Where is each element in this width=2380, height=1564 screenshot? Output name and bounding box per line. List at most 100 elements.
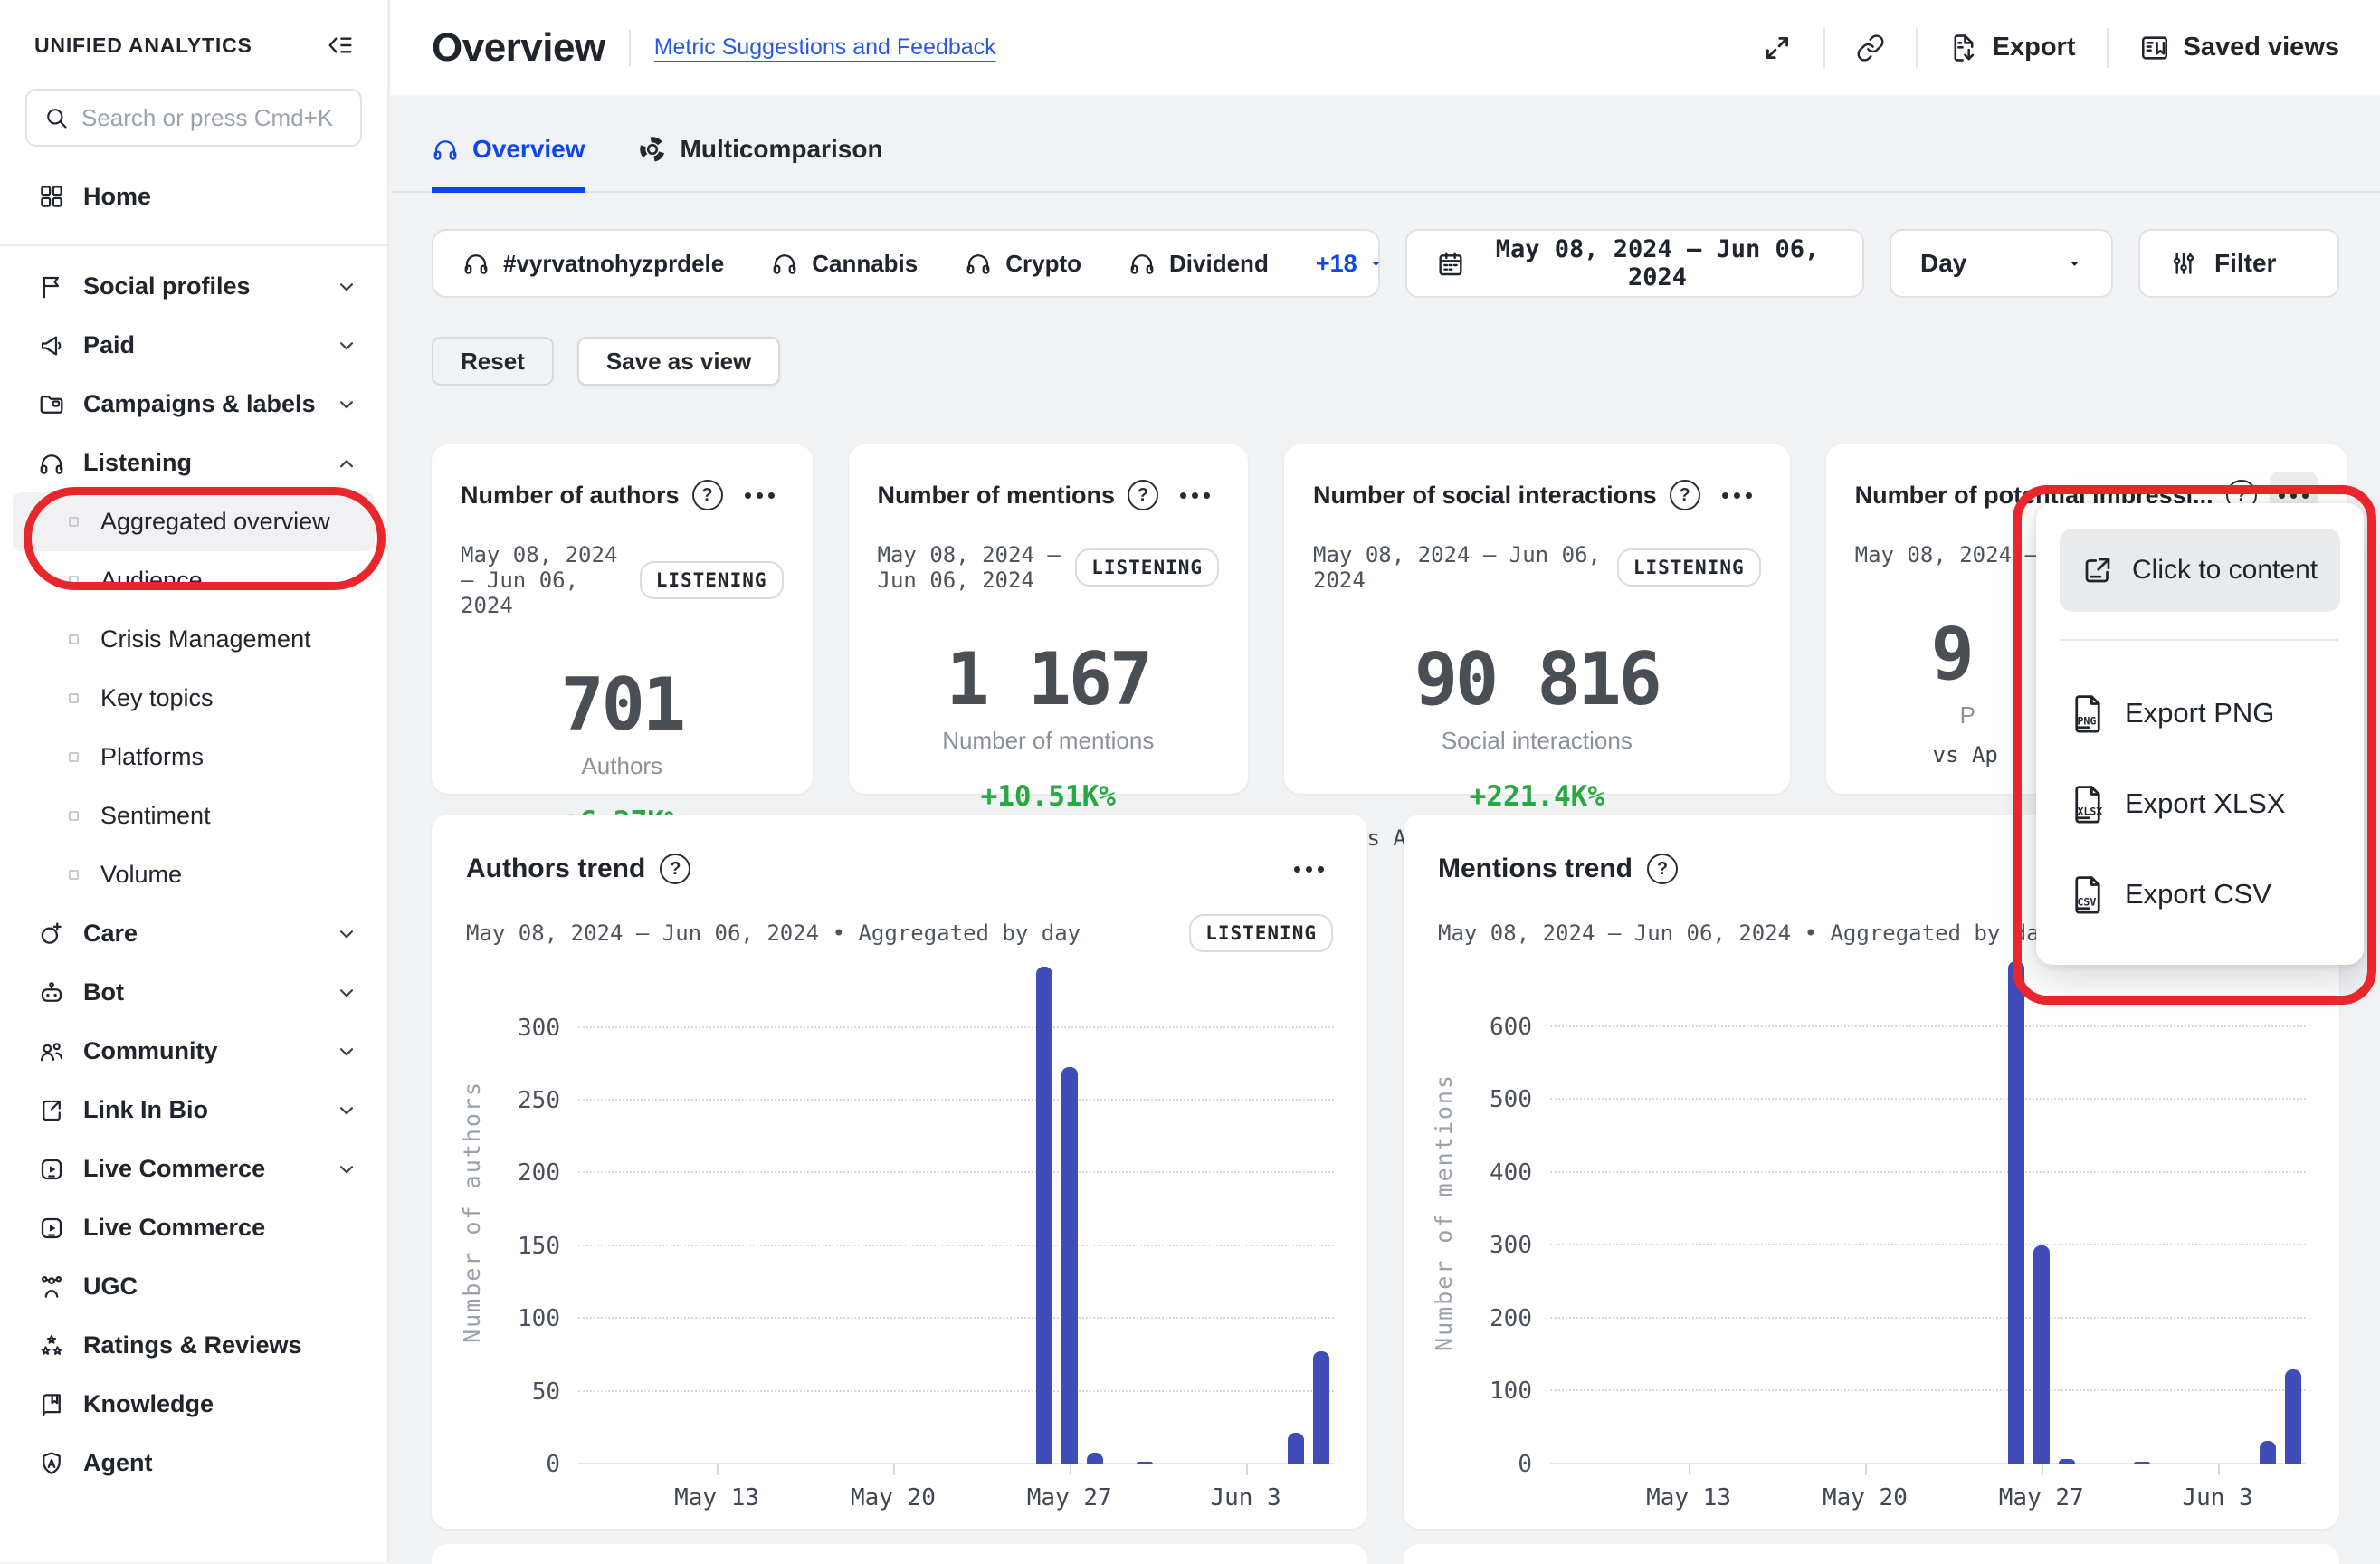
collapse-sidebar-icon[interactable] bbox=[326, 31, 355, 60]
chip-label: #vyrvatnohyzprdele bbox=[503, 250, 724, 278]
sidebar-item-label: Social profiles bbox=[83, 272, 251, 300]
sidebar-item-platforms[interactable]: Platforms bbox=[13, 728, 375, 787]
sidebar-item-home[interactable]: Home bbox=[0, 161, 387, 232]
sidebar-item-ugc[interactable]: UGC bbox=[0, 1257, 387, 1316]
sidebar-item-live-commerce[interactable]: Live Commerce bbox=[0, 1198, 387, 1257]
chart-title: Authors trend bbox=[466, 854, 645, 884]
svg-text:CSV: CSV bbox=[2077, 896, 2096, 909]
sidebar-item-campaigns-labels[interactable]: Campaigns & labels bbox=[0, 375, 387, 434]
sidebar-item-label: Live Commerce bbox=[83, 1155, 265, 1183]
granularity-select[interactable]: Day bbox=[1890, 229, 2113, 298]
help-icon[interactable]: ? bbox=[1670, 480, 1700, 510]
calendar-icon bbox=[1436, 249, 1465, 278]
sidebar-item-sentiment[interactable]: Sentiment bbox=[13, 787, 375, 845]
folder-icon bbox=[38, 391, 65, 418]
sidebar-item-label: Link In Bio bbox=[83, 1096, 208, 1124]
sidebar-item-link-in-bio[interactable]: Link In Bio bbox=[0, 1081, 387, 1140]
chevron-down-icon bbox=[335, 334, 358, 358]
sidebar-item-aggregated-overview[interactable]: Aggregated overview bbox=[13, 492, 375, 551]
x-axis-tick-label: May 27 bbox=[1978, 1484, 2105, 1512]
search-input[interactable] bbox=[81, 104, 344, 132]
sidebar-item-audience[interactable]: Audience bbox=[13, 551, 375, 610]
sidebar-item-label: Home bbox=[83, 183, 151, 211]
chevron-down-icon bbox=[335, 1040, 358, 1063]
chevron-up-icon bbox=[335, 452, 358, 475]
sidebar-item-label: Bot bbox=[83, 978, 124, 1006]
sidebar-divider bbox=[0, 244, 387, 246]
sidebar-item-knowledge[interactable]: Knowledge bbox=[0, 1375, 387, 1434]
svg-text:XLSX: XLSX bbox=[2077, 806, 2102, 818]
gridline bbox=[1550, 1463, 2306, 1464]
y-axis-tick-label: 100 bbox=[462, 1305, 560, 1332]
sidebar-item-social-profiles[interactable]: Social profiles bbox=[0, 257, 387, 316]
help-icon[interactable]: ? bbox=[692, 480, 723, 510]
fullscreen-icon[interactable] bbox=[1762, 33, 1793, 63]
query-chip-dividend[interactable]: Dividend bbox=[1128, 250, 1269, 278]
x-axis-tick bbox=[1070, 1464, 1071, 1475]
sidebar-item-key-topics[interactable]: Key topics bbox=[13, 669, 375, 728]
y-axis-tick-label: 400 bbox=[1434, 1159, 1532, 1187]
multicomparison-icon bbox=[638, 135, 667, 164]
sidebar-item-label: Sentiment bbox=[100, 802, 211, 830]
headphones-icon bbox=[965, 250, 992, 277]
search-box[interactable] bbox=[25, 89, 362, 147]
sidebar-item-crisis-management[interactable]: Crisis Management bbox=[13, 610, 375, 669]
query-chip-crypto[interactable]: Crypto bbox=[965, 250, 1081, 278]
sidebar-item-volume[interactable]: Volume bbox=[13, 845, 375, 904]
help-icon[interactable]: ? bbox=[660, 854, 690, 884]
sidebar-item-agent[interactable]: Agent bbox=[0, 1434, 387, 1492]
kpi-card-number-of-social-interactions: Number of social interactions?May 08, 20… bbox=[1284, 444, 1790, 794]
sidebar-item-bot[interactable]: Bot bbox=[0, 963, 387, 1022]
reset-button[interactable]: Reset bbox=[432, 337, 554, 386]
sidebar-item-care[interactable]: Care bbox=[0, 904, 387, 963]
sidebar-item-live-commerce[interactable]: Live Commerce bbox=[0, 1140, 387, 1198]
tab-overview[interactable]: Overview bbox=[432, 135, 585, 193]
more-menu-button[interactable] bbox=[736, 472, 784, 519]
headphones-icon bbox=[1128, 250, 1156, 277]
x-axis-tick bbox=[1865, 1464, 1867, 1475]
sidebar-item-community[interactable]: Community bbox=[0, 1022, 387, 1081]
query-chip-cannabis[interactable]: Cannabis bbox=[771, 250, 918, 278]
title-divider bbox=[629, 30, 631, 66]
sidebar-item-ratings-reviews[interactable]: Ratings & Reviews bbox=[0, 1316, 387, 1375]
more-queries-button[interactable]: +18 bbox=[1316, 250, 1384, 278]
export-file-icon bbox=[1948, 33, 1979, 63]
menu-item-click-to-content[interactable]: Click to content bbox=[2060, 529, 2340, 612]
more-menu-button[interactable] bbox=[1285, 845, 1333, 892]
bar-may-27 bbox=[1061, 1067, 1078, 1464]
filexlsx-icon: XLSX bbox=[2069, 783, 2107, 825]
sidebar-item-label: UGC bbox=[83, 1273, 138, 1301]
filter-button[interactable]: Filter bbox=[2138, 229, 2339, 298]
kpi-date-range: May 08, 2024 – Jun 06, 2024 bbox=[1313, 542, 1617, 593]
date-range-picker[interactable]: May 08, 2024 – Jun 06, 2024 bbox=[1405, 229, 1864, 298]
saved-views-button[interactable]: Saved views bbox=[2139, 33, 2340, 63]
copy-link-icon[interactable] bbox=[1856, 33, 1885, 62]
menu-item-export-csv[interactable]: CSVExport CSV bbox=[2060, 849, 2340, 939]
more-menu-button[interactable] bbox=[1713, 472, 1761, 519]
chart-plot-area bbox=[1550, 959, 2306, 1464]
query-chip-vyrvatnohyzprdele[interactable]: #vyrvatnohyzprdele bbox=[462, 250, 724, 278]
chip-label: Dividend bbox=[1169, 250, 1269, 278]
y-axis-tick-label: 300 bbox=[462, 1015, 560, 1042]
menu-item-export-xlsx[interactable]: XLSXExport XLSX bbox=[2060, 758, 2340, 849]
metric-suggestions-link[interactable]: Metric Suggestions and Feedback bbox=[654, 34, 996, 61]
kpi-date-range: May 08, 2024 – Jun 06, 2024 bbox=[878, 542, 1076, 593]
sidebar-item-listening[interactable]: Listening bbox=[0, 434, 387, 492]
page-title: Overview bbox=[432, 25, 605, 71]
chart-date-range: May 08, 2024 – Jun 06, 2024 • Aggregated… bbox=[1438, 920, 2052, 946]
kpi-value: 1 167 bbox=[878, 644, 1220, 716]
help-icon[interactable]: ? bbox=[1128, 480, 1158, 510]
y-axis-tick-label: 500 bbox=[1434, 1086, 1532, 1113]
tab-multicomparison[interactable]: Multicomparison bbox=[638, 135, 883, 193]
save-as-view-button[interactable]: Save as view bbox=[577, 337, 780, 386]
export-button[interactable]: Export bbox=[1948, 33, 2076, 63]
listening-badge: LISTENING bbox=[1189, 914, 1333, 952]
sidebar-item-label: Key topics bbox=[100, 684, 214, 712]
menu-item-export-png[interactable]: PNGExport PNG bbox=[2060, 668, 2340, 758]
y-axis-tick-label: 0 bbox=[1434, 1451, 1532, 1478]
card-context-menu: Click to content PNGExport PNGXLSXExport … bbox=[2036, 503, 2364, 965]
help-icon[interactable]: ? bbox=[1647, 854, 1678, 884]
kpi-card-number-of-mentions: Number of mentions?May 08, 2024 – Jun 06… bbox=[849, 444, 1249, 794]
more-menu-button[interactable] bbox=[1171, 472, 1219, 519]
sidebar-item-paid[interactable]: Paid bbox=[0, 316, 387, 375]
